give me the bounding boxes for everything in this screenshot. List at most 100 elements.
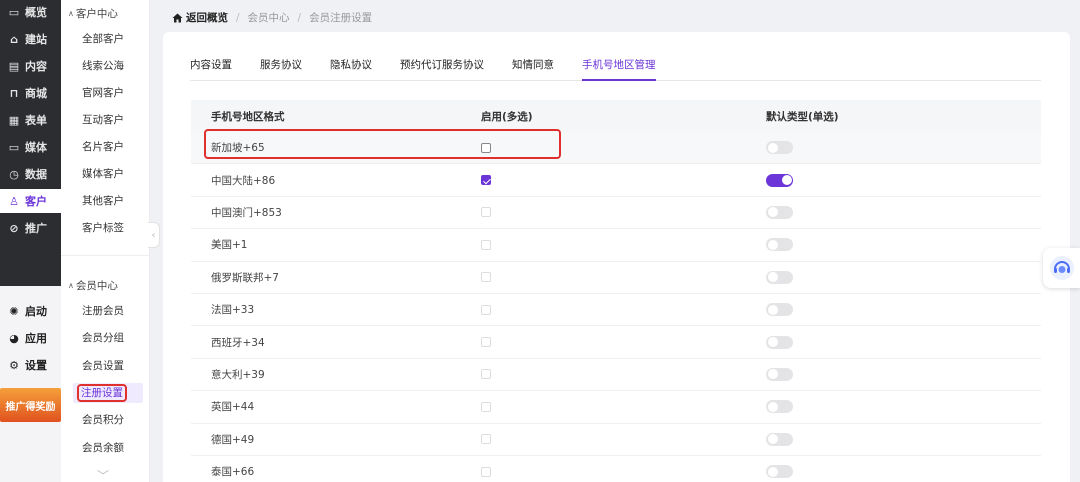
- region-label: 中国澳门+853: [211, 206, 282, 219]
- gear-icon: ⚙: [9, 358, 19, 372]
- sidebar-item[interactable]: 线索公海: [82, 56, 124, 76]
- enabled-checkbox[interactable]: [481, 142, 491, 153]
- rail-item-label: 商城: [25, 87, 47, 100]
- enabled-checkbox[interactable]: [481, 401, 491, 412]
- sidebar-item[interactable]: 会员分组: [82, 328, 124, 348]
- default-toggle[interactable]: [766, 465, 793, 479]
- breadcrumb-separator: /: [236, 11, 240, 24]
- table-row: 泰国+66: [191, 456, 1041, 482]
- headset-icon: [1049, 256, 1074, 280]
- rail-item-6[interactable]: ◷ 数据: [0, 162, 61, 186]
- default-cell: [744, 367, 1041, 381]
- support-button[interactable]: [1043, 248, 1080, 288]
- launch-icon: ✺: [9, 304, 19, 318]
- rail-item-label: 建站: [25, 33, 47, 46]
- sidebar-item[interactable]: 会员设置: [82, 356, 124, 376]
- enabled-checkbox[interactable]: [481, 337, 491, 348]
- sidebar-item[interactable]: 会员积分: [82, 410, 124, 430]
- rail-item-7[interactable]: ♙ 客户: [0, 189, 61, 213]
- default-toggle[interactable]: [766, 270, 793, 284]
- group-title-label: 客户中心: [75, 8, 118, 20]
- settings-tabs: 内容设置 服务协议 隐私协议 预约代订服务协议 知情同意 手机号地区管理: [190, 55, 1041, 81]
- header-default: 默认类型(单选): [766, 110, 839, 123]
- sidebar-item[interactable]: 互动客户: [82, 110, 124, 130]
- collapse-sidebar-button[interactable]: ‹: [148, 222, 160, 248]
- sidebar-item[interactable]: 客户标签: [82, 218, 124, 238]
- rail-item-2[interactable]: ▤ 内容: [0, 54, 61, 78]
- back-link[interactable]: 返回概览: [172, 10, 228, 25]
- header-enabled: 启用(多选): [481, 110, 533, 123]
- rail-item-label: 数据: [25, 168, 47, 181]
- sidebar-item[interactable]: 官网客户: [82, 83, 124, 103]
- enabled-cell: [461, 433, 744, 445]
- region-label: 法国+33: [211, 304, 255, 317]
- sidebar-item-active[interactable]: 注册设置: [73, 382, 143, 403]
- rail-bottom-section: ✺ 启动 ◕ 应用 ⚙ 设置: [0, 286, 61, 482]
- sidebar-item[interactable]: 其他客户: [82, 191, 124, 211]
- default-cell: [744, 303, 1041, 317]
- rail-item-label: 启动: [25, 305, 47, 318]
- rail-bottom-item-2[interactable]: ⚙ 设置: [0, 353, 61, 377]
- breadcrumb-item[interactable]: 会员中心: [248, 10, 290, 25]
- enabled-cell: [461, 368, 744, 380]
- region-label: 意大利+39: [211, 368, 265, 381]
- sidebar-item[interactable]: 媒体客户: [82, 164, 124, 184]
- default-toggle[interactable]: [766, 303, 793, 317]
- table-row: 西班牙+34: [191, 326, 1041, 359]
- rail-bottom-item-0[interactable]: ✺ 启动: [0, 299, 61, 323]
- home-icon: ⌂: [10, 32, 18, 46]
- default-toggle[interactable]: [766, 335, 793, 349]
- rail-bottom-item-1[interactable]: ◕ 应用: [0, 326, 61, 350]
- tab-4[interactable]: 知情同意: [512, 55, 554, 81]
- default-toggle[interactable]: [766, 173, 793, 187]
- default-toggle[interactable]: [766, 205, 793, 219]
- customer-center-title[interactable]: ∧ 客户中心: [68, 6, 118, 21]
- rail-item-8[interactable]: ⊘ 推广: [0, 216, 61, 240]
- enabled-checkbox[interactable]: [481, 207, 491, 218]
- member-center-title[interactable]: ∧ 会员中心: [68, 278, 118, 293]
- enabled-checkbox[interactable]: [481, 369, 491, 380]
- sidebar-item[interactable]: 全部客户: [82, 29, 124, 49]
- rail-item-4[interactable]: ▦ 表单: [0, 108, 61, 132]
- region-label: 泰国+66: [211, 466, 255, 479]
- rail-item-label: 设置: [25, 359, 47, 372]
- table-row: 意大利+39: [191, 359, 1041, 392]
- enabled-checkbox[interactable]: [481, 304, 491, 315]
- back-label: 返回概览: [186, 12, 228, 24]
- promo-banner[interactable]: 推广得奖励: [0, 388, 61, 422]
- chevron-down-icon[interactable]: ﹀: [97, 467, 109, 482]
- tab-1[interactable]: 服务协议: [260, 55, 302, 81]
- table-row: 中国澳门+853: [191, 197, 1041, 230]
- tab-0[interactable]: 内容设置: [190, 55, 232, 81]
- tab-3[interactable]: 预约代订服务协议: [400, 55, 484, 81]
- table-row: 中国大陆+86: [191, 164, 1041, 197]
- rail-item-3[interactable]: ⊓ 商城: [0, 81, 61, 105]
- rail-item-5[interactable]: ▭ 媒体: [0, 135, 61, 159]
- sidebar-item[interactable]: 注册会员: [82, 301, 124, 321]
- rail-item-0[interactable]: ▭ 概览: [0, 0, 61, 24]
- default-toggle[interactable]: [766, 238, 793, 252]
- default-cell: [744, 238, 1041, 252]
- tab-5[interactable]: 手机号地区管理: [582, 55, 656, 81]
- cart-icon: ⊓: [9, 86, 19, 100]
- default-toggle[interactable]: [766, 400, 793, 414]
- rail-item-1[interactable]: ⌂ 建站: [0, 27, 61, 51]
- sidebar-item[interactable]: 会员余额: [82, 438, 124, 458]
- default-toggle[interactable]: [766, 432, 793, 446]
- enabled-checkbox[interactable]: [481, 466, 491, 477]
- enabled-checkbox[interactable]: [481, 239, 491, 250]
- region-label: 中国大陆+86: [211, 174, 276, 187]
- rail-item-label: 内容: [25, 60, 47, 73]
- default-cell: [744, 141, 1041, 155]
- sidebar-item[interactable]: 名片客户: [82, 137, 124, 157]
- enabled-checkbox[interactable]: [481, 175, 491, 186]
- default-toggle[interactable]: [766, 367, 793, 381]
- breadcrumb-separator: /: [297, 11, 302, 24]
- rail-item-label: 客户: [25, 195, 47, 208]
- tab-2[interactable]: 隐私协议: [330, 55, 372, 81]
- enabled-cell: [461, 206, 744, 218]
- chevron-left-icon: ‹: [151, 229, 156, 241]
- default-toggle[interactable]: [766, 141, 793, 155]
- enabled-checkbox[interactable]: [481, 434, 491, 445]
- enabled-checkbox[interactable]: [481, 272, 491, 283]
